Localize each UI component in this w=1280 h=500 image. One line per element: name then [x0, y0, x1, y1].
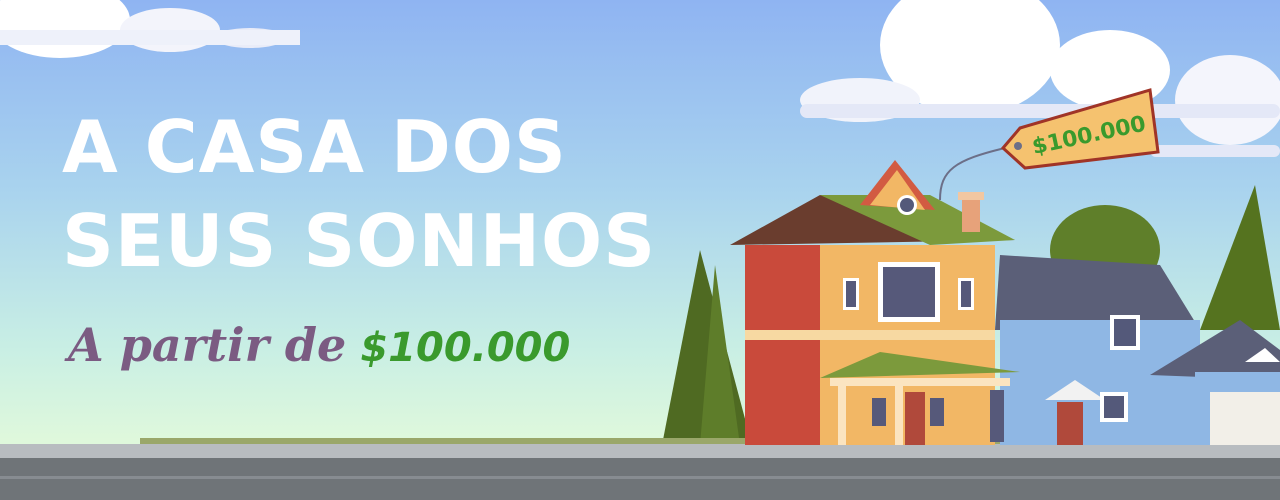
- cloud-top-left: [0, 0, 300, 58]
- headline: A CASA DOS SEUS SONHOS: [62, 100, 656, 288]
- hero-banner: $100.000 A CASA DOS SEUS SONHOS A partir…: [0, 0, 1280, 500]
- blue-house: [995, 255, 1200, 445]
- price-value: $100.000: [360, 325, 571, 371]
- price-subline: A partir de $100.000: [68, 318, 570, 372]
- headline-line-1: A CASA DOS: [62, 105, 567, 189]
- sidewalk: [0, 444, 1280, 458]
- from-label: A partir de: [68, 318, 347, 372]
- road-line: [0, 476, 1280, 479]
- headline-line-2: SEUS SONHOS: [62, 199, 657, 283]
- main-house: [730, 160, 1020, 445]
- pine-tree: [662, 250, 752, 445]
